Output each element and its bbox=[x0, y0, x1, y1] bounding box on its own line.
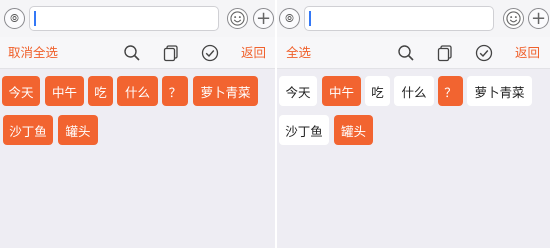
text-cursor bbox=[309, 11, 311, 26]
word-chip[interactable]: 什么 bbox=[117, 76, 158, 106]
voice-icon: ⦾ bbox=[10, 12, 19, 25]
word-chip[interactable]: 萝卜青菜 bbox=[467, 76, 532, 106]
add-button[interactable]: + bbox=[253, 8, 274, 29]
plus-icon: + bbox=[255, 7, 272, 29]
emoji-button[interactable] bbox=[227, 8, 248, 29]
word-chip[interactable]: 吃 bbox=[365, 76, 390, 106]
deselect-all-button[interactable]: 取消全选 bbox=[8, 45, 58, 60]
word-chip[interactable]: 吃 bbox=[88, 76, 113, 106]
word-chip[interactable]: 罐头 bbox=[334, 115, 373, 145]
word-chip[interactable]: ？ bbox=[438, 76, 463, 106]
copy-icon[interactable] bbox=[436, 44, 454, 62]
copy-icon[interactable] bbox=[162, 44, 180, 62]
emoji-button[interactable] bbox=[503, 8, 524, 29]
word-chip[interactable]: ？ bbox=[162, 76, 188, 106]
input-bar: ⦾ + bbox=[277, 0, 550, 38]
word-chip[interactable]: 今天 bbox=[279, 76, 317, 106]
word-chip[interactable]: 今天 bbox=[2, 76, 40, 106]
input-bar: ⦾ + bbox=[0, 0, 275, 38]
word-chip[interactable]: 沙丁鱼 bbox=[279, 115, 329, 145]
voice-button[interactable]: ⦾ bbox=[4, 8, 25, 29]
word-chip[interactable]: 沙丁鱼 bbox=[3, 115, 53, 145]
smiley-icon bbox=[230, 11, 245, 26]
selection-toolbar: 取消全选 返回 bbox=[0, 37, 275, 69]
voice-button[interactable]: ⦾ bbox=[279, 8, 300, 29]
message-input[interactable] bbox=[29, 6, 219, 31]
word-chip[interactable]: 萝卜青菜 bbox=[193, 76, 258, 106]
add-button[interactable]: + bbox=[528, 8, 549, 29]
word-chip[interactable]: 罐头 bbox=[58, 115, 98, 145]
smiley-icon bbox=[506, 11, 521, 26]
voice-icon: ⦾ bbox=[285, 12, 294, 25]
check-circle-icon[interactable] bbox=[201, 44, 219, 62]
back-button[interactable]: 返回 bbox=[241, 45, 266, 60]
selection-toolbar: 全选 返回 bbox=[277, 37, 550, 69]
message-input[interactable] bbox=[304, 6, 494, 31]
select-all-button[interactable]: 全选 bbox=[286, 45, 311, 60]
search-icon[interactable] bbox=[123, 44, 141, 62]
search-icon[interactable] bbox=[397, 44, 415, 62]
left-panel: ⦾ + 取消全选 返回 今天 中午 吃 什么 ？ 萝卜青菜 沙丁鱼 罐头 bbox=[0, 0, 275, 248]
text-cursor bbox=[34, 11, 36, 26]
right-panel: ⦾ + 全选 返回 今天 中午 吃 什么 ？ 萝卜青菜 沙丁鱼 罐头 bbox=[277, 0, 550, 248]
check-circle-icon[interactable] bbox=[475, 44, 493, 62]
word-chip[interactable]: 中午 bbox=[45, 76, 84, 106]
word-chip[interactable]: 什么 bbox=[394, 76, 434, 106]
word-chip[interactable]: 中午 bbox=[322, 76, 361, 106]
plus-icon: + bbox=[530, 7, 547, 29]
back-button[interactable]: 返回 bbox=[515, 45, 540, 60]
